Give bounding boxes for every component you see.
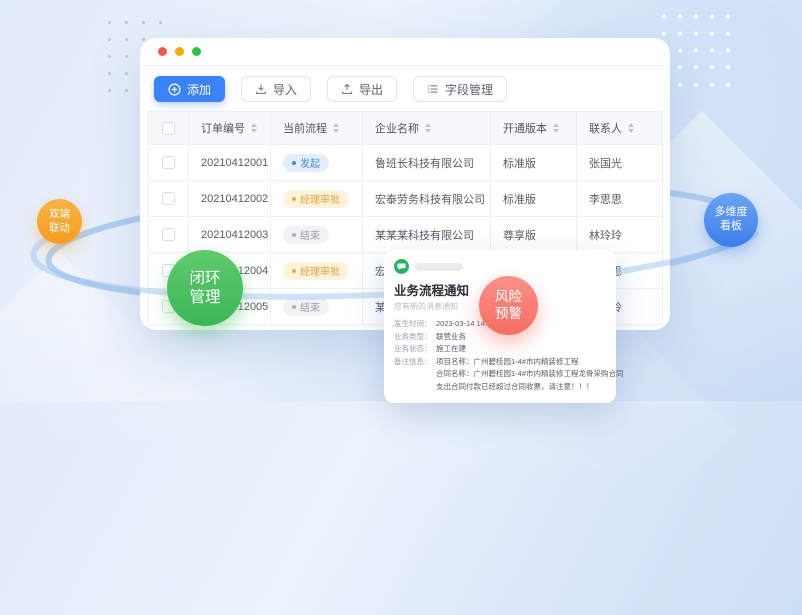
status-badge: 结束 (283, 226, 329, 244)
feature-badge-closed-loop-management: 闭环 管理 (167, 250, 243, 326)
header-version-label: 开通版本 (503, 120, 547, 136)
feature-badge-label: 看板 (720, 220, 742, 234)
add-button-label: 添加 (187, 81, 211, 98)
cell-version: 尊享版 (491, 217, 577, 253)
status-badge: 结束 (283, 298, 329, 316)
minimize-window-icon[interactable] (175, 47, 184, 56)
close-window-icon[interactable] (158, 47, 167, 56)
sender-name-placeholder (415, 263, 463, 271)
sort-order-no-icon[interactable] (251, 123, 257, 133)
status-badge: 经理审批 (283, 190, 349, 208)
field-value: 项目名称：广州碧桂园1-4#市内精装修工程 (436, 356, 579, 369)
window-titlebar (140, 38, 670, 66)
feature-badge-dual-linkage: 双端 联动 (37, 199, 82, 244)
field-value: 联营业务 (436, 331, 466, 344)
feature-badge-label: 多维度 (715, 206, 748, 220)
add-button[interactable]: 添加 (154, 76, 225, 102)
cell-contact: 李思思 (577, 181, 663, 217)
import-button[interactable]: 导入 (241, 76, 311, 102)
import-download-icon (255, 83, 267, 95)
field-management-button-label: 字段管理 (445, 81, 493, 98)
sort-version-icon[interactable] (553, 123, 559, 133)
notification-field: 备注信息： 项目名称：广州碧桂园1-4#市内精装修工程 (394, 356, 606, 369)
cell-version: 标准版 (491, 181, 577, 217)
cell-contact: 张国光 (577, 145, 663, 181)
cell-company: 某某某科技有限公司 (363, 217, 491, 253)
notification-field: 支出合同付款已经超过合同收票，请注意！！！ (394, 381, 606, 394)
header-version: 开通版本 (491, 112, 577, 145)
field-value: 支出合同付款已经超过合同收票，请注意！！！ (436, 381, 594, 394)
header-flow: 当前流程 (271, 112, 363, 145)
field-list-icon (427, 83, 439, 95)
feature-badge-label: 双端 (49, 208, 70, 221)
header-checkbox-cell (149, 112, 189, 145)
cell-company: 宏泰劳务科技有限公司 (363, 181, 491, 217)
export-button[interactable]: 导出 (327, 76, 397, 102)
notification-field: 业务状态： 施工在建 (394, 343, 606, 356)
cell-order-no: 20210412003 (189, 217, 271, 253)
feature-badge-risk-warning: 风险 预警 (479, 276, 538, 335)
field-value: 合同名称：广州碧桂园1-4#市内精装修工程龙骨采购合同 (436, 368, 624, 381)
feature-showcase-canvas: { "window": { "traffic_lights": { "red":… (0, 0, 802, 401)
export-button-label: 导出 (359, 81, 383, 98)
header-contact-label: 联系人 (589, 120, 622, 136)
row-checkbox[interactable] (162, 192, 175, 205)
header-company-label: 企业名称 (375, 120, 419, 136)
toolbar: 添加 导入 导出 字段管理 (140, 66, 670, 111)
status-dot-icon (292, 233, 296, 237)
status-dot-icon (292, 269, 296, 273)
import-button-label: 导入 (273, 81, 297, 98)
field-management-button[interactable]: 字段管理 (413, 76, 507, 102)
header-flow-label: 当前流程 (283, 120, 327, 136)
field-label: 业务类型： (394, 331, 436, 344)
field-label (394, 381, 436, 394)
cell-contact: 林玲玲 (577, 217, 663, 253)
status-dot-icon (292, 197, 296, 201)
maximize-window-icon[interactable] (192, 47, 201, 56)
feature-badge-label: 风险 (495, 289, 522, 306)
field-label: 备注信息： (394, 356, 436, 369)
chat-message-icon (394, 259, 409, 274)
cell-order-no: 20210412002 (189, 181, 271, 217)
cell-company: 鲁班长科技有限公司 (363, 145, 491, 181)
status-badge: 发起 (283, 154, 329, 172)
sort-flow-icon[interactable] (333, 123, 339, 133)
plus-circle-icon (168, 83, 181, 96)
header-order-no: 订单编号 (189, 112, 271, 145)
notification-header (394, 259, 606, 274)
field-label (394, 368, 436, 381)
field-value: 施工在建 (436, 343, 466, 356)
row-checkbox[interactable] (162, 228, 175, 241)
header-contact: 联系人 (577, 112, 663, 145)
export-upload-icon (341, 83, 353, 95)
table-header-row: 订单编号 当前流程 企业名称 开通版本 联系人 (149, 112, 663, 145)
feature-badge-multidimensional-dashboard: 多维度 看板 (704, 193, 758, 247)
status-dot-icon (292, 161, 296, 165)
feature-badge-label: 闭环 (189, 269, 220, 288)
field-label: 业务状态： (394, 343, 436, 356)
row-checkbox[interactable] (162, 156, 175, 169)
feature-badge-label: 预警 (495, 306, 522, 323)
header-order-no-label: 订单编号 (201, 120, 245, 136)
sort-contact-icon[interactable] (628, 123, 634, 133)
select-all-checkbox[interactable] (162, 122, 175, 135)
field-label: 发生时间： (394, 318, 436, 331)
table-row: 20210412002 经理审批 宏泰劳务科技有限公司 标准版 李思思 (149, 181, 663, 217)
table-row: 20210412003 结束 某某某科技有限公司 尊享版 林玲玲 (149, 217, 663, 253)
header-company: 企业名称 (363, 112, 491, 145)
sort-company-icon[interactable] (425, 123, 431, 133)
status-dot-icon (292, 305, 296, 309)
feature-badge-label: 联动 (49, 222, 70, 235)
status-badge: 经理审批 (283, 262, 349, 280)
notification-field: 合同名称：广州碧桂园1-4#市内精装修工程龙骨采购合同 (394, 368, 606, 381)
cell-order-no: 20210412001 (189, 145, 271, 181)
table-row: 20210412001 发起 鲁班长科技有限公司 标准版 张国光 (149, 145, 663, 181)
feature-badge-label: 管理 (189, 288, 220, 307)
cell-version: 标准版 (491, 145, 577, 181)
